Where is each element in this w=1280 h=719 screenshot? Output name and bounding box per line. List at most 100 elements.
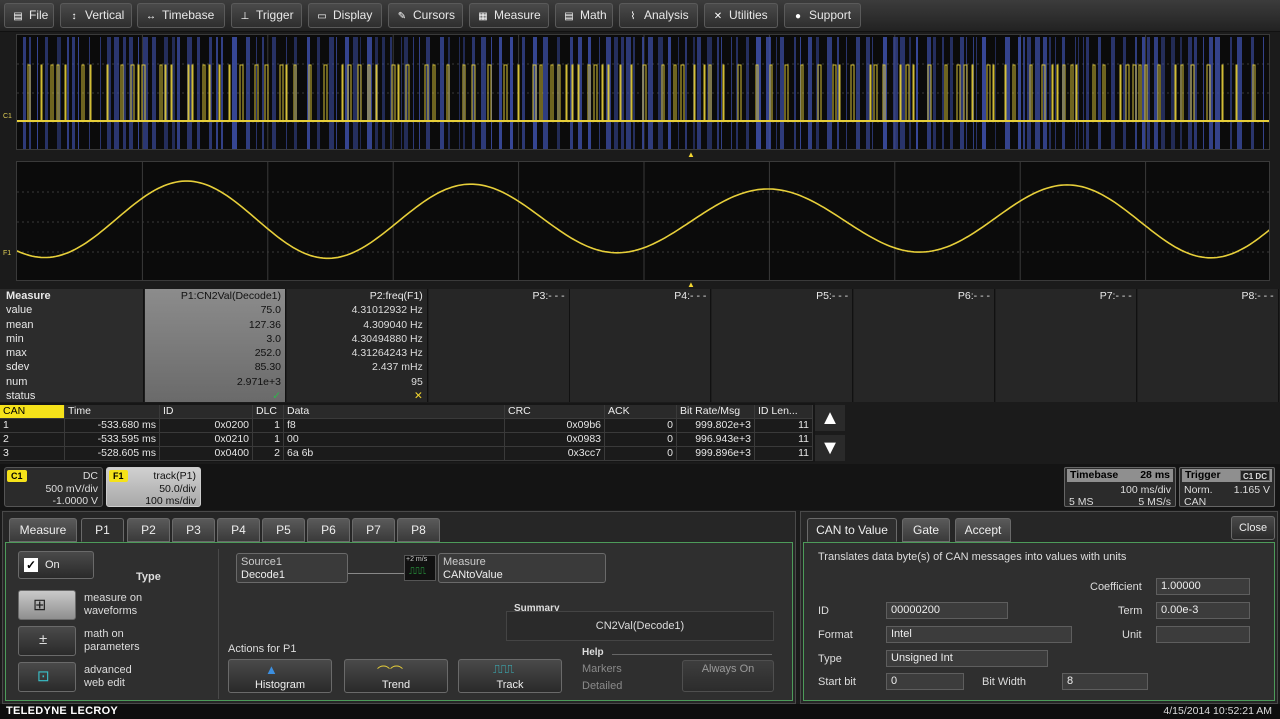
- bit-width-field[interactable]: 8: [1062, 673, 1148, 690]
- math-icon: ▤: [564, 11, 574, 22]
- decode-bar: [960, 37, 964, 149]
- scroll-up-button[interactable]: ▲: [815, 405, 845, 431]
- param-cell-num: 2.971e+3: [236, 375, 281, 388]
- connector-line: [348, 573, 404, 574]
- c1-descriptor[interactable]: C1 DC 500 mV/div -1.0000 V: [4, 467, 103, 507]
- measure-param-p4[interactable]: P4:- - -: [570, 289, 712, 402]
- tab-measure[interactable]: Measure: [9, 518, 77, 542]
- decode-bar: [152, 37, 156, 149]
- can-table-row[interactable]: 1 -533.680 ms 0x0200 1 f8 0x09b6 0 999.802e+3 11: [0, 419, 815, 433]
- menu-label: Analysis: [644, 8, 689, 22]
- trigger-position-marker[interactable]: ▲: [687, 150, 695, 159]
- decode-bar: [78, 37, 79, 149]
- measure-selector[interactable]: Measure CANtoValue: [438, 553, 606, 583]
- menu-trigger-button[interactable]: ⊥ Trigger: [231, 3, 302, 28]
- menu-math-button[interactable]: ▤ Math: [555, 3, 613, 28]
- start-bit-field[interactable]: 0: [886, 673, 964, 690]
- decode-bar: [685, 37, 687, 149]
- f1-track-grid[interactable]: [16, 161, 1270, 281]
- trend-button[interactable]: ⌒⌒ Trend: [344, 659, 448, 693]
- close-button[interactable]: Close: [1231, 516, 1275, 540]
- menu-cursors-button[interactable]: ✎ Cursors: [388, 3, 463, 28]
- tab-p3[interactable]: P3: [172, 518, 215, 542]
- unit-field[interactable]: [1156, 626, 1250, 643]
- decode-bar: [1078, 37, 1079, 149]
- measure-param-p2[interactable]: P2:freq(F1) 4.31012932 Hz 4.309040 Hz 4.304…: [286, 289, 428, 402]
- can-table-row[interactable]: 3 -528.605 ms 0x0400 2 6a 6b 0x3cc7 0 999.896e+…: [0, 447, 815, 461]
- param-cell-min: 4.30494880 Hz: [351, 332, 423, 345]
- decode-bar: [1083, 37, 1084, 149]
- scroll-down-button[interactable]: ▼: [815, 435, 845, 461]
- tab-p1[interactable]: P1: [81, 518, 124, 542]
- c1-decode-grid[interactable]: [16, 34, 1270, 150]
- measure-param-p1[interactable]: P1:CN2Val(Decode1) 75.0 127.36 3.0 252.0 85.3…: [145, 289, 286, 402]
- f1-descriptor[interactable]: F1 track(P1) 50.0/div 100 ms/div: [106, 467, 201, 507]
- type-web-edit-button[interactable]: ⊡: [18, 662, 76, 692]
- term-field[interactable]: 0.00e-3: [1156, 602, 1250, 619]
- menu-utilities-button[interactable]: ✕ Utilities: [704, 3, 778, 28]
- decode-bar: [678, 37, 679, 149]
- can-cell: 1: [0, 419, 65, 433]
- tab-can-to-value[interactable]: CAN to Value: [807, 518, 897, 542]
- histogram-button[interactable]: ▲ Histogram: [228, 659, 332, 693]
- trigger-type: CAN: [1184, 496, 1207, 508]
- tab-accept[interactable]: Accept: [955, 518, 1011, 542]
- c1-channel-marker[interactable]: C1: [3, 113, 12, 120]
- decode-bar: [866, 37, 870, 149]
- measure-param-p5[interactable]: P5:- - -: [712, 289, 854, 402]
- menu-support-button[interactable]: ● Support: [784, 3, 861, 28]
- tab-p2[interactable]: P2: [127, 518, 170, 542]
- type-measure-waveforms-button[interactable]: ⊞: [18, 590, 76, 620]
- menu-measure-button[interactable]: ▦ Measure: [469, 3, 549, 28]
- menu-analysis-button[interactable]: ⌇ Analysis: [619, 3, 698, 28]
- row-label-value: value: [6, 304, 33, 317]
- trigger-descriptor[interactable]: Trigger C1 DC Norm. 1.165 V CAN: [1179, 467, 1275, 508]
- tab-p6[interactable]: P6: [307, 518, 350, 542]
- row-label-num: num: [6, 375, 28, 388]
- can-cell: 999.802e+3: [677, 419, 755, 433]
- tab-p4[interactable]: P4: [217, 518, 260, 542]
- decode-bar: [776, 37, 777, 149]
- coefficient-field[interactable]: 1.00000: [1156, 578, 1250, 595]
- tab-gate[interactable]: Gate: [902, 518, 950, 542]
- trigger-mode: Norm.: [1184, 484, 1213, 496]
- can-column-header: Data: [284, 405, 505, 419]
- type-field[interactable]: Unsigned Int: [886, 650, 1048, 667]
- measure-param-p8[interactable]: P8:- - -: [1137, 289, 1279, 402]
- menu-file-button[interactable]: ▤ File: [4, 3, 54, 28]
- can-cell: 1: [253, 419, 284, 433]
- menu-display-button[interactable]: ▭ Display: [308, 3, 382, 28]
- decode-bar: [626, 37, 631, 149]
- can-table-row[interactable]: 2 -533.595 ms 0x0210 1 00 0x0983 0 996.943e+3 11: [0, 433, 815, 447]
- can-cell: 0x09b6: [505, 419, 605, 433]
- track-button[interactable]: ⎍⎍⎍ Track: [458, 659, 562, 693]
- param-cell-num: [1138, 375, 1278, 389]
- decode-bar: [614, 37, 618, 149]
- tab-p5[interactable]: P5: [262, 518, 305, 542]
- id-field[interactable]: 00000200: [886, 602, 1008, 619]
- menu-timebase-button[interactable]: ↔ Timebase: [137, 3, 225, 28]
- help-divider: [612, 654, 772, 655]
- decode-bar: [481, 37, 486, 149]
- f1-channel-marker[interactable]: F1: [3, 250, 11, 257]
- source1-selector[interactable]: Source1 Decode1: [236, 553, 348, 583]
- param-cell-mean: [570, 318, 710, 332]
- tab-p7[interactable]: P7: [352, 518, 395, 542]
- param-cell-min: [1138, 332, 1278, 346]
- tab-p8[interactable]: P8: [397, 518, 440, 542]
- measure-param-p7[interactable]: P7:- - -: [995, 289, 1137, 402]
- decode-bar: [827, 37, 832, 149]
- trigger-position-marker-f1[interactable]: ▲: [687, 280, 695, 289]
- measure-param-p6[interactable]: P6:- - -: [854, 289, 995, 402]
- markers-always-on-button[interactable]: Always On: [682, 660, 774, 692]
- param-cell-max: [429, 346, 569, 360]
- format-field[interactable]: Intel: [886, 626, 1072, 643]
- type-math-parameters-button[interactable]: ±: [18, 626, 76, 656]
- menu-vertical-button[interactable]: ↕ Vertical: [60, 3, 132, 28]
- can-cell: -528.605 ms: [65, 447, 160, 461]
- measure-param-p3[interactable]: P3:- - -: [428, 289, 570, 402]
- timebase-descriptor[interactable]: Timebase 28 ms 100 ms/div 5 MS 5 MS/s: [1064, 467, 1176, 508]
- web-edit-icon: ⊡: [37, 668, 50, 685]
- on-checkbox[interactable]: ✓ On: [18, 551, 94, 579]
- coefficient-label: Coefficient: [1090, 581, 1142, 593]
